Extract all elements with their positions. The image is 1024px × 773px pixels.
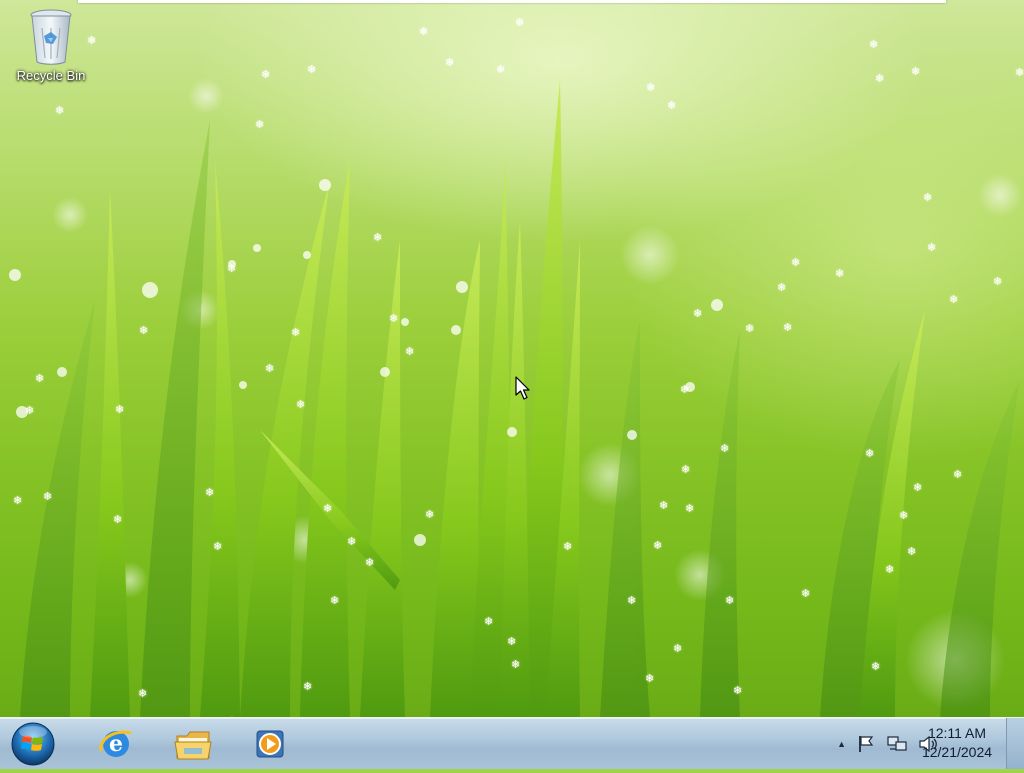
snowflake: ❄ bbox=[323, 502, 333, 515]
snowflake: ❄ bbox=[801, 587, 811, 600]
snowflake: ❄ bbox=[365, 556, 375, 569]
clock-time: 12:11 AM bbox=[927, 725, 987, 741]
snowflake: ❄ bbox=[885, 563, 895, 576]
snowflake: ❄ bbox=[205, 486, 215, 499]
snowflake: ❄ bbox=[139, 324, 149, 337]
snowflake: ❄ bbox=[720, 442, 730, 455]
taskbar-clock[interactable]: 12:11 AM 12/21/2024 bbox=[912, 724, 1002, 762]
taskbar-internet-explorer-button[interactable]: e bbox=[86, 721, 146, 767]
snowflake: ❄ bbox=[871, 660, 881, 673]
snowflake: ❄ bbox=[645, 672, 655, 685]
snowflake: ❄ bbox=[783, 321, 793, 334]
folder-icon bbox=[174, 731, 212, 760]
snowflake: ❄ bbox=[627, 594, 637, 607]
network-button[interactable] bbox=[886, 734, 908, 754]
wallpaper-grass bbox=[9, 78, 1022, 717]
snowflake: ❄ bbox=[261, 68, 271, 81]
snowflake: ❄ bbox=[445, 56, 455, 69]
clock-date: 12/21/2024 bbox=[921, 744, 993, 760]
mouse-pointer-icon bbox=[515, 376, 530, 400]
snowflake: ❄ bbox=[659, 499, 669, 512]
snowflake: ❄ bbox=[511, 658, 521, 671]
snowflake: ❄ bbox=[777, 281, 787, 294]
snowflake: ❄ bbox=[330, 594, 340, 607]
snowflake: ❄ bbox=[115, 403, 125, 416]
snowflake: ❄ bbox=[496, 63, 506, 76]
snowflake: ❄ bbox=[907, 545, 917, 558]
snowflake: ❄ bbox=[869, 38, 879, 51]
snowflake: ❄ bbox=[745, 322, 755, 335]
snowflake: ❄ bbox=[733, 684, 743, 697]
snowflake: ❄ bbox=[927, 241, 937, 254]
desktop[interactable]: ❄ ❄ ❄ ❄ ❄ ❄ ❄ ❄ ❄ ❄ ❄ ❄ ❄ ❄ ❄ ❄ ❄ ❄ ❄ ❄ ❄ ❄ ❄ ❄ ❄ ❄ ❄ ❄ ❄ ❄ ❄ ❄ ❄ ❄ ❄ ❄ ❄ ❄ ❄ ❄… bbox=[0, 0, 1024, 717]
show-desktop-button[interactable] bbox=[1006, 718, 1024, 769]
snowflake: ❄ bbox=[43, 490, 53, 503]
media-player-icon bbox=[256, 730, 284, 758]
recycle-bin-label: Recycle Bin bbox=[16, 68, 86, 83]
snowflake: ❄ bbox=[425, 508, 435, 521]
snowflake: ❄ bbox=[296, 398, 306, 411]
snowflake: ❄ bbox=[515, 16, 525, 29]
snowflake: ❄ bbox=[291, 326, 301, 339]
snowflake: ❄ bbox=[419, 25, 429, 38]
snowflake: ❄ bbox=[563, 540, 573, 553]
snowflake: ❄ bbox=[13, 494, 23, 507]
snowflake: ❄ bbox=[265, 362, 275, 375]
action-center-button[interactable] bbox=[856, 734, 876, 754]
network-icon bbox=[887, 735, 907, 751]
snowflake: ❄ bbox=[653, 539, 663, 552]
show-hidden-icons-button[interactable]: ▲ bbox=[837, 739, 846, 749]
snowflake: ❄ bbox=[949, 293, 959, 306]
snowflake: ❄ bbox=[213, 540, 223, 553]
snowflake: ❄ bbox=[899, 509, 909, 522]
internet-explorer-icon: e bbox=[99, 730, 132, 757]
snowflake: ❄ bbox=[865, 447, 875, 460]
taskbar-media-player-button[interactable] bbox=[240, 721, 300, 767]
snowflake: ❄ bbox=[673, 642, 683, 655]
snowflake: ❄ bbox=[911, 65, 921, 78]
snowflake: ❄ bbox=[923, 191, 933, 204]
snowflake: ❄ bbox=[307, 63, 317, 76]
recycle-bin-desktop-icon[interactable]: Recycle Bin bbox=[8, 8, 94, 98]
snowflake: ❄ bbox=[1015, 66, 1024, 79]
taskbar-windows-explorer-button[interactable] bbox=[163, 721, 223, 767]
snowflake: ❄ bbox=[138, 687, 148, 700]
snowflake: ❄ bbox=[953, 468, 963, 481]
snowflake: ❄ bbox=[373, 231, 383, 244]
snowflake: ❄ bbox=[113, 513, 123, 526]
snowflake: ❄ bbox=[685, 502, 695, 515]
taskbar: e ▲ 12:11 AM 12/21/2024 bbox=[0, 717, 1024, 769]
snowflake: ❄ bbox=[693, 307, 703, 320]
snowflake: ❄ bbox=[389, 312, 399, 325]
snowflake: ❄ bbox=[255, 118, 265, 131]
snowflake: ❄ bbox=[725, 594, 735, 607]
snowflake: ❄ bbox=[303, 680, 313, 693]
snowflake: ❄ bbox=[347, 535, 357, 548]
snowflake: ❄ bbox=[484, 615, 494, 628]
windows-start-orb-icon bbox=[11, 722, 55, 766]
snowflake: ❄ bbox=[680, 383, 690, 396]
recycle-bin-icon bbox=[30, 9, 72, 65]
snowflake: ❄ bbox=[667, 99, 677, 112]
snowflake: ❄ bbox=[791, 256, 801, 269]
snowflake: ❄ bbox=[35, 372, 45, 385]
snowflake: ❄ bbox=[993, 275, 1003, 288]
snowflake: ❄ bbox=[55, 104, 65, 117]
start-button[interactable] bbox=[8, 720, 58, 768]
window-edge-strip bbox=[78, 0, 946, 3]
snowflake: ❄ bbox=[507, 635, 517, 648]
snowflake: ❄ bbox=[25, 404, 35, 417]
snowflake: ❄ bbox=[875, 72, 885, 85]
action-center-flag-icon bbox=[859, 735, 874, 752]
snowflake: ❄ bbox=[405, 345, 415, 358]
snowflake: ❄ bbox=[835, 267, 845, 280]
snowflake: ❄ bbox=[913, 481, 923, 494]
snowflake: ❄ bbox=[227, 262, 237, 275]
snowflake: ❄ bbox=[681, 463, 691, 476]
snowflake: ❄ bbox=[646, 81, 656, 94]
